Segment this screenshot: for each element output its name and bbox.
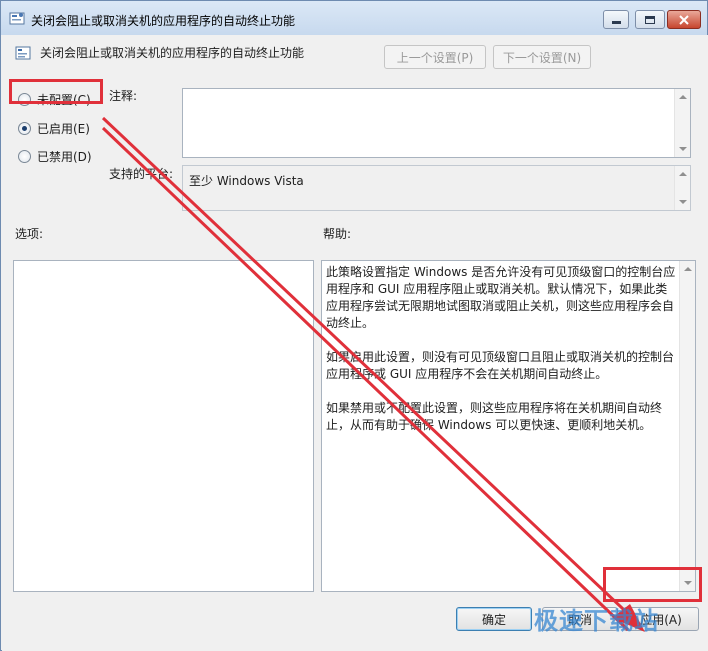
ok-button[interactable]: 确定 [456,607,532,631]
scroll-up-icon[interactable] [679,172,687,176]
scroll-down-icon[interactable] [679,147,687,151]
maximize-button[interactable] [635,10,665,29]
minimize-icon [611,21,621,24]
policy-dialog-window: 关闭会阻止或取消关机的应用程序的自动终止功能 关闭会阻止或取消关机的应用程序的自… [0,0,708,651]
previous-setting-button[interactable]: 上一个设置(P) [384,45,486,69]
enabled-highlight-box [9,79,103,104]
policy-heading: 关闭会阻止或取消关机的应用程序的自动终止功能 [40,46,305,60]
comment-label: 注释: [109,89,138,103]
close-icon [679,14,689,25]
radio-label: 已启用(E) [37,122,90,136]
supported-platform-label: 支持的平台: [109,167,174,181]
radio-enabled[interactable]: 已启用(E) [18,120,90,137]
next-setting-button[interactable]: 下一个设置(N) [493,45,591,69]
scroll-down-icon[interactable] [679,200,687,204]
dialog-content: 关闭会阻止或取消关机的应用程序的自动终止功能 上一个设置(P) 下一个设置(N)… [2,35,708,651]
radio-button[interactable] [18,150,31,163]
radio-label: 已禁用(D) [37,150,92,164]
apply-highlight-box [603,567,702,602]
minimize-button[interactable] [603,10,629,29]
help-label: 帮助: [323,227,352,241]
help-scrollbar[interactable] [679,261,695,591]
help-paragraph: 如果禁用或不配置此设置，则这些应用程序将在关机期间自动终止，从而有助于确保 Wi… [326,401,663,432]
help-text: 此策略设置指定 Windows 是否允许没有可见顶级窗口的控制台应用程序和 GU… [326,264,678,451]
scroll-up-icon[interactable] [679,95,687,99]
policy-settings-icon [9,12,25,25]
supported-platform-value: 至少 Windows Vista [189,174,304,188]
options-label: 选项: [15,227,44,241]
scroll-up-icon[interactable] [684,267,692,271]
maximize-icon [645,15,655,24]
help-paragraph: 如果启用此设置，则没有可见顶级窗口且阻止或取消关机的控制台应用程序或 GUI 应… [326,350,675,381]
title-bar[interactable]: 关闭会阻止或取消关机的应用程序的自动终止功能 [1,1,707,35]
policy-setting-icon [15,46,31,60]
radio-selected-dot [22,126,27,131]
window-title: 关闭会阻止或取消关机的应用程序的自动终止功能 [31,14,296,28]
radio-disabled[interactable]: 已禁用(D) [18,148,92,165]
options-panel [13,260,314,592]
help-panel[interactable]: 此策略设置指定 Windows 是否允许没有可见顶级窗口的控制台应用程序和 GU… [321,260,696,592]
radio-button[interactable] [18,122,31,135]
supported-platform-field: 至少 Windows Vista [182,165,691,211]
close-button[interactable] [667,10,701,29]
comment-scrollbar[interactable] [674,89,690,157]
watermark-text: 极速下载站 [534,607,659,635]
comment-textarea[interactable] [182,88,691,158]
help-paragraph: 此策略设置指定 Windows 是否允许没有可见顶级窗口的控制台应用程序和 GU… [326,265,676,330]
platform-scrollbar[interactable] [674,166,690,210]
